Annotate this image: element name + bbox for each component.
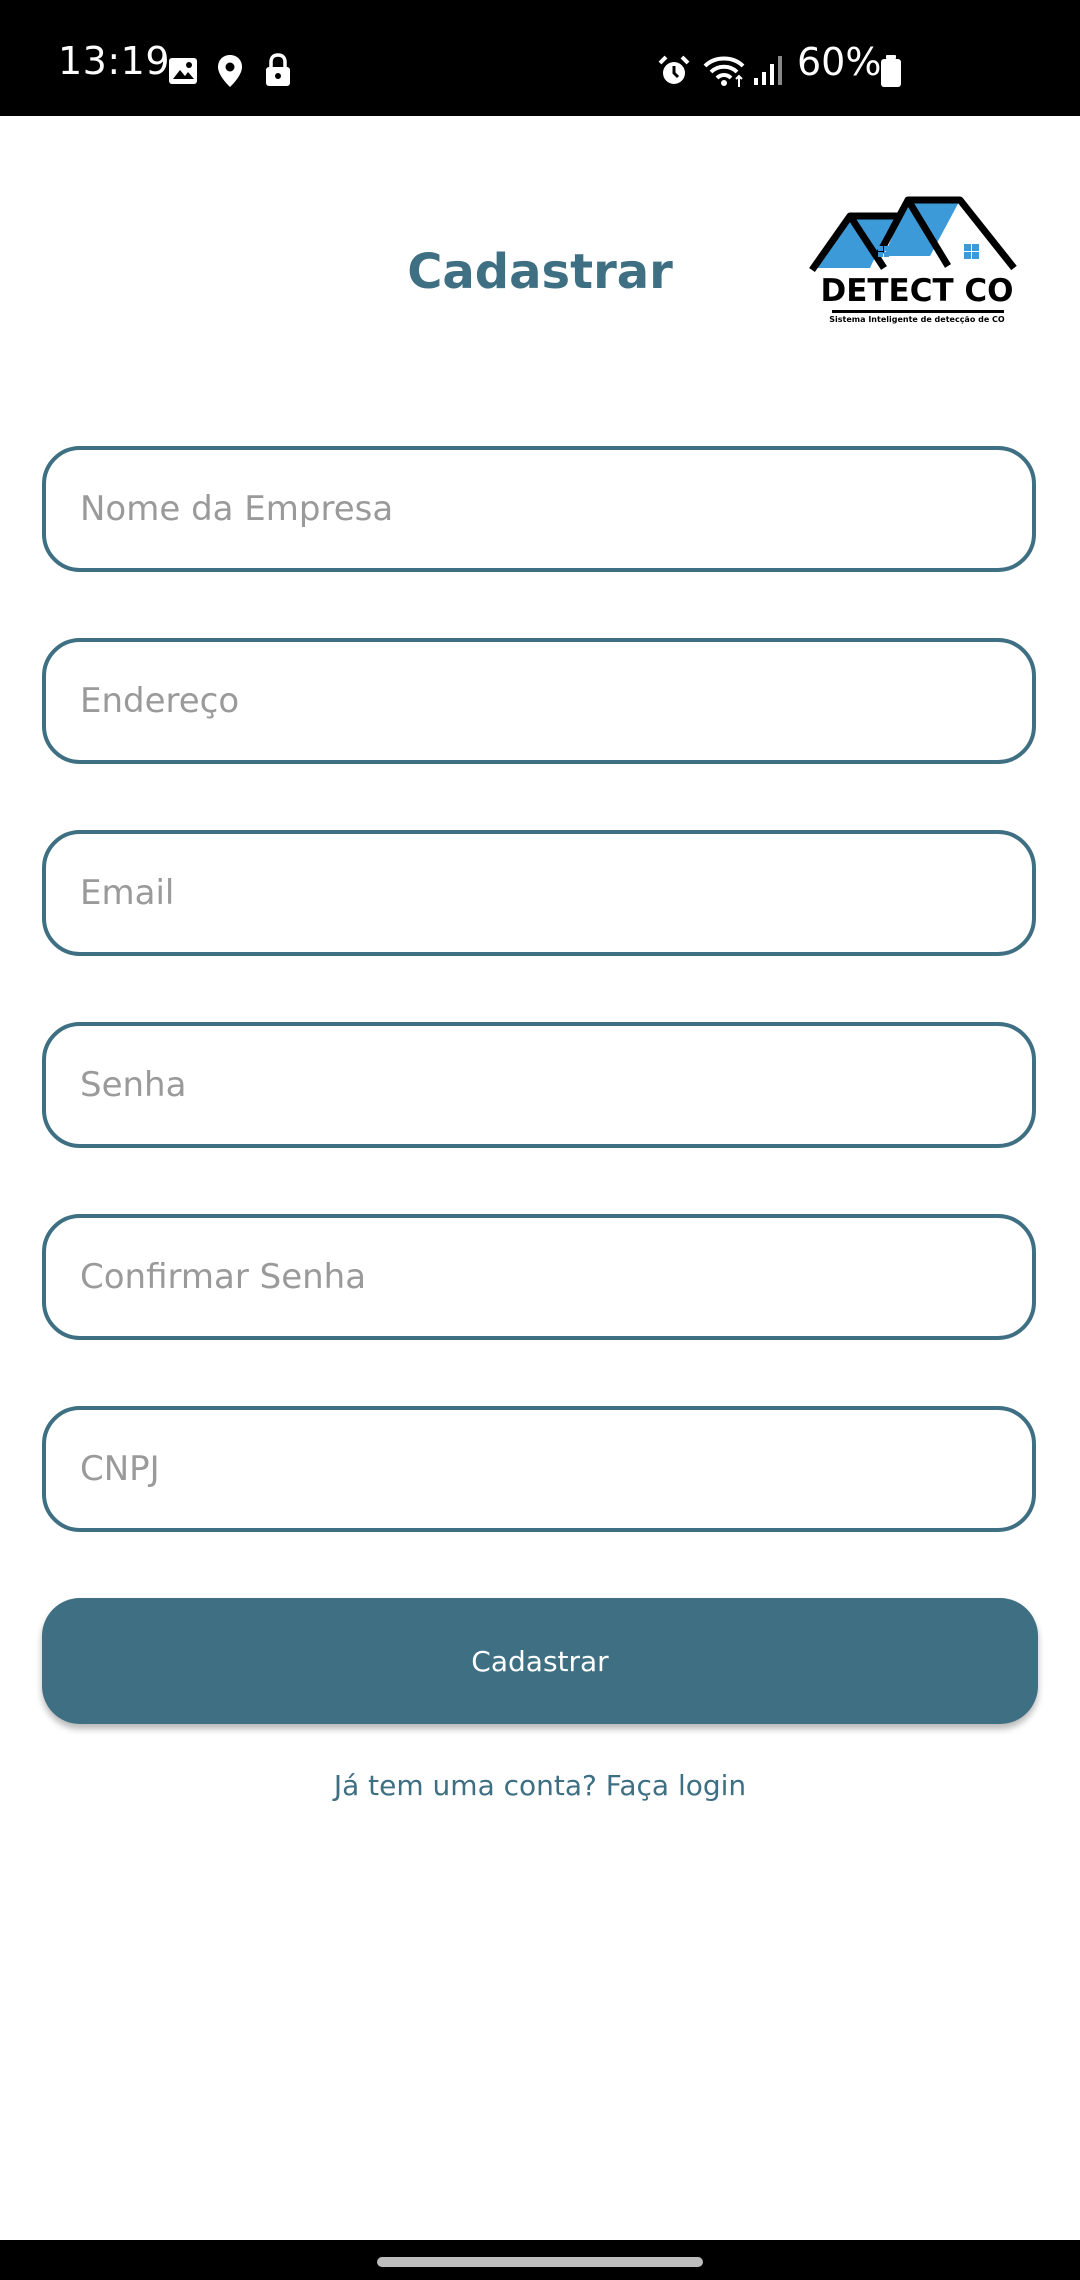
password-field[interactable] [42, 1022, 1036, 1148]
logo-underline [832, 310, 1004, 313]
email-input[interactable] [80, 834, 1000, 952]
confirm-password-field[interactable] [42, 1214, 1036, 1340]
logo-tagline: Sistema Inteligente de detecção de CO [829, 315, 1005, 324]
gallery-icon [168, 56, 198, 90]
house-roof-icon [809, 196, 1017, 273]
logo-name: DETECT CO [820, 273, 1014, 309]
alarm-icon [657, 54, 691, 92]
wifi-icon [703, 54, 747, 92]
login-link[interactable]: Já tem uma conta? Faça login [0, 1768, 1080, 1804]
cnpj-input[interactable] [80, 1410, 1000, 1528]
home-indicator[interactable] [377, 2257, 703, 2267]
register-button[interactable]: Cadastrar [42, 1598, 1038, 1724]
address-input[interactable] [80, 642, 1000, 760]
status-bar: 13:19 60% [0, 0, 1080, 116]
detect-co-logo: DETECT CO Sistema Inteligente de detecçã… [808, 196, 1026, 334]
signal-icon [752, 54, 784, 90]
lock-icon [264, 53, 292, 91]
confirm-password-input[interactable] [80, 1218, 1000, 1336]
status-time: 13:19 [58, 39, 171, 83]
email-field[interactable] [42, 830, 1036, 956]
password-input[interactable] [80, 1026, 1000, 1144]
battery-percent: 60% [797, 40, 882, 84]
navigation-bar [0, 2240, 1080, 2280]
cnpj-field[interactable] [42, 1406, 1036, 1532]
battery-icon [879, 54, 903, 92]
address-field[interactable] [42, 638, 1036, 764]
company-name-field[interactable] [42, 446, 1036, 572]
company-name-input[interactable] [80, 450, 1000, 568]
location-icon [217, 54, 243, 92]
